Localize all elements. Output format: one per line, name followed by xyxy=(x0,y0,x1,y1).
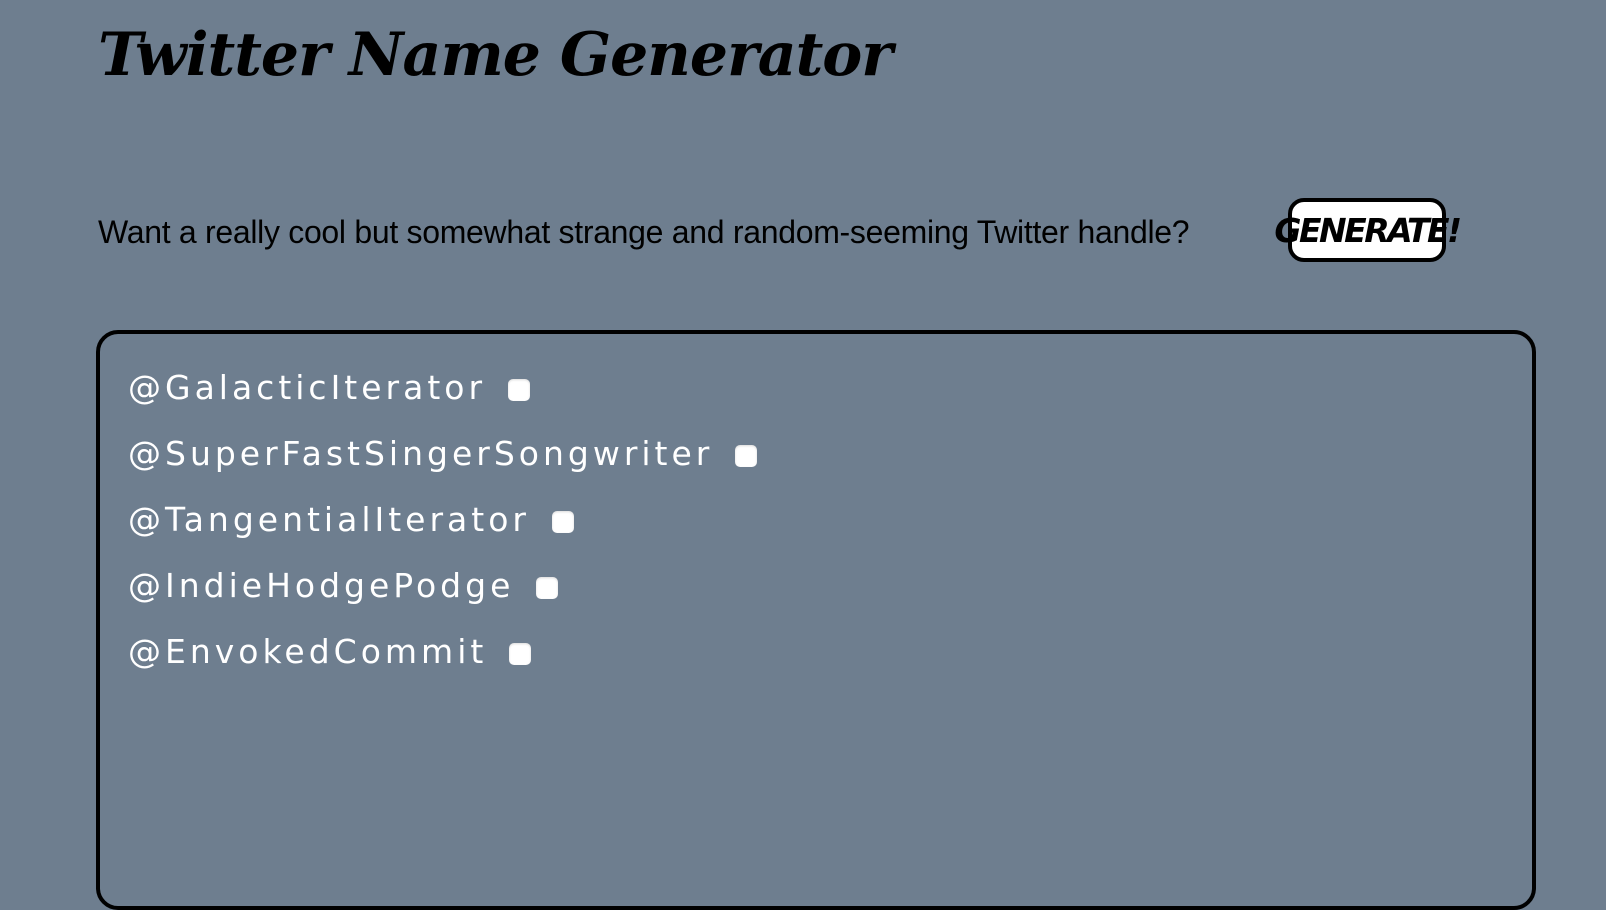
handle-checkbox[interactable] xyxy=(536,577,559,599)
results-box: @GalacticIterator @SuperFastSingerSongwr… xyxy=(96,330,1536,910)
handle-item: @IndieHodgePodge xyxy=(128,552,1504,618)
handle-list: @GalacticIterator @SuperFastSingerSongwr… xyxy=(128,354,1504,684)
handle-item: @GalacticIterator xyxy=(128,354,1504,420)
handle-name: @IndieHodgePodge xyxy=(128,565,515,605)
handle-checkbox[interactable] xyxy=(735,445,758,467)
handle-item: @SuperFastSingerSongwriter xyxy=(128,420,1504,486)
handle-checkbox[interactable] xyxy=(509,643,532,665)
handle-name: @EnvokedCommit xyxy=(128,631,488,671)
handle-name: @SuperFastSingerSongwriter xyxy=(128,433,714,473)
generate-button[interactable]: GENERATE! xyxy=(1274,198,1462,262)
prompt-text: Want a really cool but somewhat strange … xyxy=(98,214,1190,250)
handle-checkbox[interactable] xyxy=(508,379,531,401)
handle-item: @EnvokedCommit xyxy=(128,618,1504,684)
handle-item: @TangentialIterator xyxy=(128,486,1504,552)
handle-checkbox[interactable] xyxy=(551,511,574,533)
prompt-row: Want a really cool but somewhat strange … xyxy=(98,196,1462,270)
handle-name: @GalacticIterator xyxy=(128,367,487,407)
handle-name: @TangentialIterator xyxy=(128,499,530,539)
page-title: Twitter Name Generator xyxy=(98,20,893,90)
